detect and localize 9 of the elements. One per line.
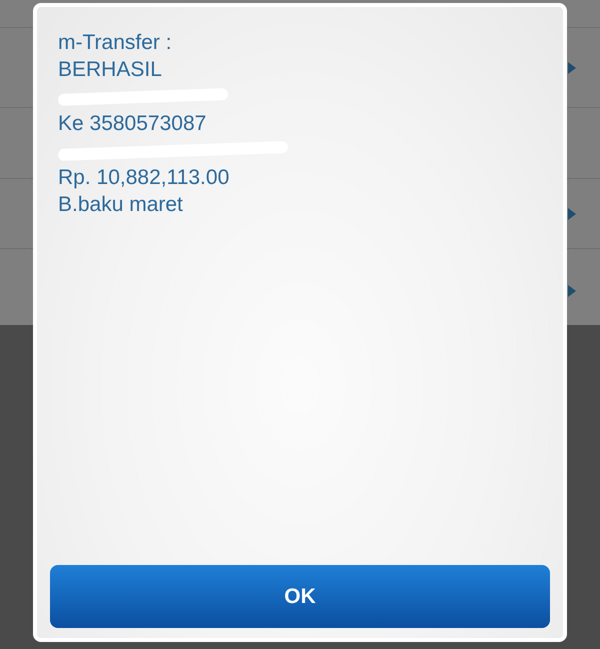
message-line: m-Transfer : [58,30,172,56]
message-line: B.baku maret [58,192,183,218]
chevron-right-icon [568,208,576,220]
ok-button[interactable]: OK [50,565,550,628]
message-line: BERHASIL [58,57,162,83]
chevron-right-icon [568,62,576,74]
message-line: Rp. 10,882,113.00 [58,165,230,191]
message-line: Ke 3580573087 [58,111,206,137]
chevron-right-icon [568,285,576,297]
